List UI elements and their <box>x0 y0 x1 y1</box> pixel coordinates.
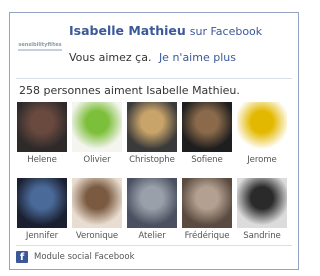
fan-avatar[interactable] <box>17 102 67 152</box>
page-logo-text: sensibilityfiltes <box>18 42 62 51</box>
divider <box>16 78 292 79</box>
fan-name[interactable]: Veronique <box>71 231 123 241</box>
page-title: Isabelle Mathieu sur Facebook <box>69 23 262 38</box>
fan-avatar[interactable] <box>182 178 232 228</box>
fan-name[interactable]: Jennifer <box>16 231 68 241</box>
fan-item[interactable]: Christophe <box>126 102 178 165</box>
footer[interactable]: f Module social Facebook <box>16 249 135 265</box>
fan-avatar[interactable] <box>127 178 177 228</box>
fan-avatar[interactable] <box>237 102 287 152</box>
fan-name[interactable]: Sandrine <box>236 231 288 241</box>
fan-item[interactable]: Sofiene <box>181 102 233 165</box>
fan-avatar[interactable] <box>72 102 122 152</box>
facebook-like-box: sensibilityfiltes Isabelle Mathieu sur F… <box>9 12 299 270</box>
divider <box>16 245 292 246</box>
like-status-text: Vous aimez ça. <box>69 51 152 64</box>
fan-name[interactable]: Olivier <box>71 155 123 165</box>
fan-item[interactable]: Jennifer <box>16 178 68 241</box>
fan-item[interactable]: Frédérique <box>181 178 233 241</box>
fan-avatar[interactable] <box>237 178 287 228</box>
fan-item[interactable]: Atelier <box>126 178 178 241</box>
on-facebook-link[interactable]: sur Facebook <box>190 25 262 38</box>
page-name-link[interactable]: Isabelle Mathieu <box>69 23 186 38</box>
footer-label[interactable]: Module social Facebook <box>34 252 135 262</box>
fan-avatar[interactable] <box>182 102 232 152</box>
fan-name[interactable]: Atelier <box>126 231 178 241</box>
fan-name[interactable]: Christophe <box>126 155 178 165</box>
fan-count: 258 personnes aiment Isabelle Mathieu. <box>19 84 240 97</box>
fan-avatar[interactable] <box>127 102 177 152</box>
fan-avatar[interactable] <box>72 178 122 228</box>
fan-name[interactable]: Frédérique <box>181 231 233 241</box>
fan-name[interactable]: Jerome <box>236 155 288 165</box>
fan-item[interactable]: Veronique <box>71 178 123 241</box>
page-logo[interactable]: sensibilityfiltes <box>18 33 62 59</box>
unlike-link[interactable]: Je n'aime plus <box>159 51 236 64</box>
fan-item[interactable]: Jerome <box>236 102 288 165</box>
fan-name[interactable]: Sofiene <box>181 155 233 165</box>
fan-avatar[interactable] <box>17 178 67 228</box>
like-box-header: sensibilityfiltes Isabelle Mathieu sur F… <box>10 13 298 79</box>
facebook-icon: f <box>16 251 28 263</box>
fan-name[interactable]: Helene <box>16 155 68 165</box>
like-status: Vous aimez ça. Je n'aime plus <box>69 51 236 64</box>
fan-item[interactable]: Olivier <box>71 102 123 165</box>
fan-item[interactable]: Sandrine <box>236 178 288 241</box>
fan-item[interactable]: Helene <box>16 102 68 165</box>
